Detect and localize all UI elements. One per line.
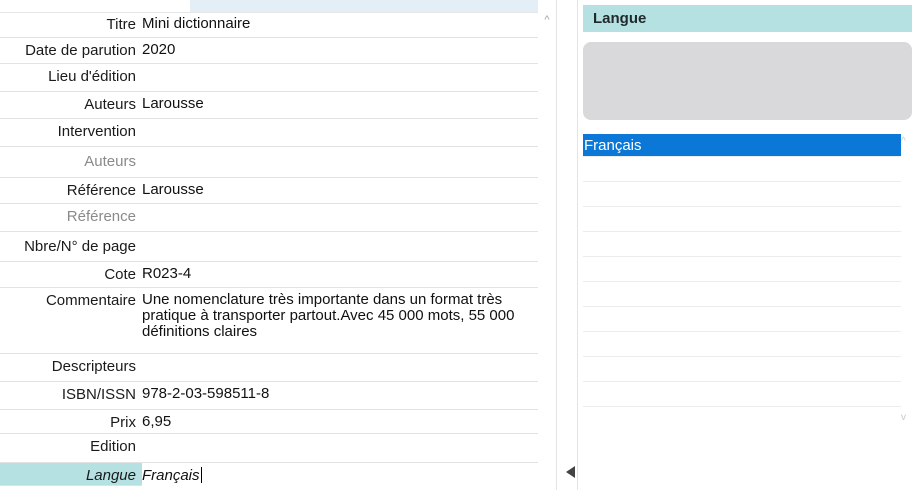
list-item[interactable] (583, 182, 901, 207)
field-value[interactable]: 6,95 (142, 414, 538, 430)
field-value[interactable]: 978-2-03-598511-8 (142, 386, 538, 402)
field-value[interactable]: Une nomenclature très importante dans un… (142, 292, 534, 340)
field-row-auteurs[interactable]: Auteurs Larousse (0, 92, 538, 119)
field-row-reference[interactable]: Référence Larousse (0, 178, 538, 204)
field-value[interactable]: 2020 (142, 42, 538, 58)
field-label: Référence (66, 208, 136, 225)
field-label: Titre (106, 16, 136, 33)
field-label: Auteurs (84, 153, 136, 170)
field-value[interactable]: Larousse (142, 182, 538, 198)
field-label: Intervention (57, 123, 136, 140)
field-label: Commentaire (45, 292, 136, 309)
list-item[interactable] (583, 257, 901, 282)
field-row-intervention[interactable]: Intervention (0, 119, 538, 147)
field-row-cote[interactable]: Cote R023-4 (0, 262, 538, 288)
field-label: Date de parution (25, 42, 136, 59)
field-label: Lieu d'édition (48, 68, 136, 85)
field-row-lieu-edition[interactable]: Lieu d'édition (0, 64, 538, 92)
langue-input[interactable]: Français (142, 463, 538, 486)
field-row-langue[interactable]: Langue Français (0, 463, 538, 486)
field-row-prix[interactable]: Prix 6,95 (0, 410, 538, 434)
langue-list[interactable]: Français (583, 134, 901, 407)
field-label: Nbre/N° de page (24, 238, 136, 255)
field-label: Langue (85, 467, 136, 484)
field-label: Cote (104, 266, 136, 283)
langue-input-text: Français (142, 467, 200, 484)
text-caret (200, 467, 202, 483)
field-label: Edition (90, 438, 136, 455)
langue-panel-header: Langue (583, 5, 912, 32)
field-label: Auteurs (84, 96, 136, 113)
list-item[interactable] (583, 357, 901, 382)
record-form: Titre Mini dictionnaire Date de parution… (0, 0, 538, 490)
field-label: Référence (66, 182, 136, 199)
field-label: Descripteurs (51, 358, 136, 375)
field-row-edition[interactable]: Edition (0, 434, 538, 463)
field-value[interactable]: Mini dictionnaire (142, 16, 538, 32)
field-row-descripteurs[interactable]: Descripteurs (0, 354, 538, 382)
list-item[interactable] (583, 157, 901, 182)
field-row-date-parution[interactable]: Date de parution 2020 (0, 38, 538, 64)
form-toolbar-highlight (190, 0, 538, 12)
list-item[interactable] (583, 307, 901, 332)
field-row-titre[interactable]: Titre Mini dictionnaire (0, 12, 538, 38)
list-item[interactable]: Français (583, 134, 901, 157)
list-item[interactable] (583, 382, 901, 407)
list-scroll-down-icon[interactable]: v (901, 412, 912, 423)
collapse-left-arrow-icon[interactable] (566, 466, 575, 478)
field-row-isbn[interactable]: ISBN/ISSN 978-2-03-598511-8 (0, 382, 538, 410)
list-item[interactable] (583, 282, 901, 307)
field-row-reference-2[interactable]: Référence (0, 204, 538, 232)
field-row-nbre-page[interactable]: Nbre/N° de page (0, 232, 538, 262)
field-value[interactable]: Larousse (142, 96, 538, 112)
form-scroll-up-icon[interactable]: ^ (540, 14, 554, 34)
langue-panel: Langue Français ^ v (583, 0, 912, 490)
list-item[interactable] (583, 207, 901, 232)
list-scroll-up-icon[interactable]: ^ (901, 136, 912, 147)
field-value[interactable]: R023-4 (142, 266, 538, 282)
field-label: Prix (110, 414, 136, 431)
panel-splitter[interactable] (556, 0, 578, 490)
field-row-commentaire[interactable]: Commentaire Une nomenclature très import… (0, 288, 538, 354)
langue-preview-box (583, 42, 912, 120)
list-item[interactable] (583, 232, 901, 257)
list-item[interactable] (583, 332, 901, 357)
field-row-auteurs-intervention[interactable]: Auteurs (0, 147, 538, 178)
field-label: ISBN/ISSN (61, 386, 136, 403)
